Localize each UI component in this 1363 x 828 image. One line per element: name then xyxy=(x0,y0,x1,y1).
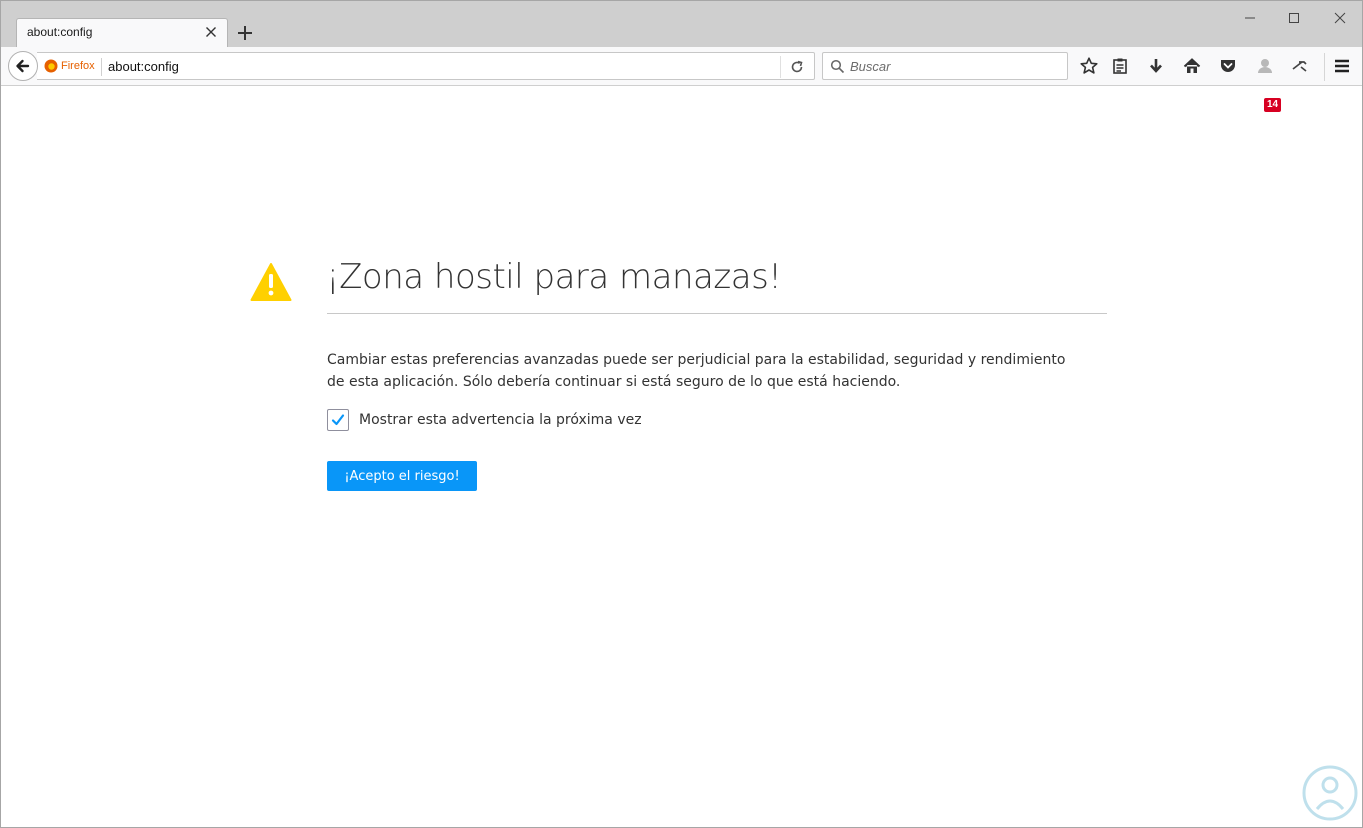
close-icon[interactable] xyxy=(203,24,219,40)
pocket-icon[interactable] xyxy=(1218,56,1238,76)
url-separator xyxy=(101,58,102,76)
star-icon[interactable] xyxy=(1079,56,1099,76)
maximize-icon[interactable] xyxy=(1283,7,1305,29)
search-bar[interactable]: Buscar xyxy=(822,52,1068,80)
back-arrow-icon xyxy=(16,59,30,73)
identity-label: Firefox xyxy=(61,60,95,72)
watermark-logo xyxy=(1302,765,1358,821)
new-tab-plus-icon[interactable] xyxy=(235,23,255,43)
show-warning-checkbox-row[interactable]: Mostrar esta advertencia la próxima vez xyxy=(327,409,642,431)
page-title: ¡Zona hostil para manazas! xyxy=(326,257,782,297)
show-warning-checkbox[interactable] xyxy=(327,409,349,431)
hamburger-menu-icon[interactable] xyxy=(1332,56,1352,76)
tab-title: about:config xyxy=(27,25,93,39)
checkmark-icon xyxy=(331,414,345,426)
checkbox-label[interactable]: Mostrar esta advertencia la próxima vez xyxy=(359,412,642,428)
url-bar[interactable]: Firefox about:config xyxy=(37,52,815,80)
firefox-logo-icon xyxy=(44,59,58,73)
identity-box[interactable]: Firefox xyxy=(44,59,95,73)
toolbar-separator xyxy=(1324,53,1325,81)
account-icon[interactable] xyxy=(1255,56,1275,76)
reload-icon[interactable] xyxy=(789,59,805,75)
developer-tools-icon[interactable] xyxy=(1290,56,1310,76)
tab-about-config[interactable]: about:config xyxy=(16,18,228,47)
tab-strip: about:config xyxy=(1,1,1362,47)
back-button[interactable] xyxy=(8,51,38,81)
notification-badge: 14 xyxy=(1264,98,1281,112)
reload-separator xyxy=(780,56,781,78)
home-icon[interactable] xyxy=(1182,56,1202,76)
warning-description: Cambiar estas preferencias avanzadas pue… xyxy=(327,352,1066,390)
accept-risk-button[interactable]: ¡Acepto el riesgo! xyxy=(327,461,477,491)
warning-triangle-icon xyxy=(250,263,292,301)
navigation-toolbar: Firefox about:config Buscar 14 xyxy=(1,47,1362,112)
minimize-icon[interactable] xyxy=(1239,7,1261,29)
title-divider xyxy=(327,313,1107,314)
search-icon xyxy=(830,59,845,74)
clipboard-icon[interactable] xyxy=(1110,56,1130,76)
search-placeholder: Buscar xyxy=(850,59,891,74)
download-icon[interactable] xyxy=(1146,56,1166,76)
browser-window: about:config Firefox about:config Buscar… xyxy=(0,0,1363,828)
url-text[interactable]: about:config xyxy=(108,59,179,74)
window-close-icon[interactable] xyxy=(1329,7,1351,29)
